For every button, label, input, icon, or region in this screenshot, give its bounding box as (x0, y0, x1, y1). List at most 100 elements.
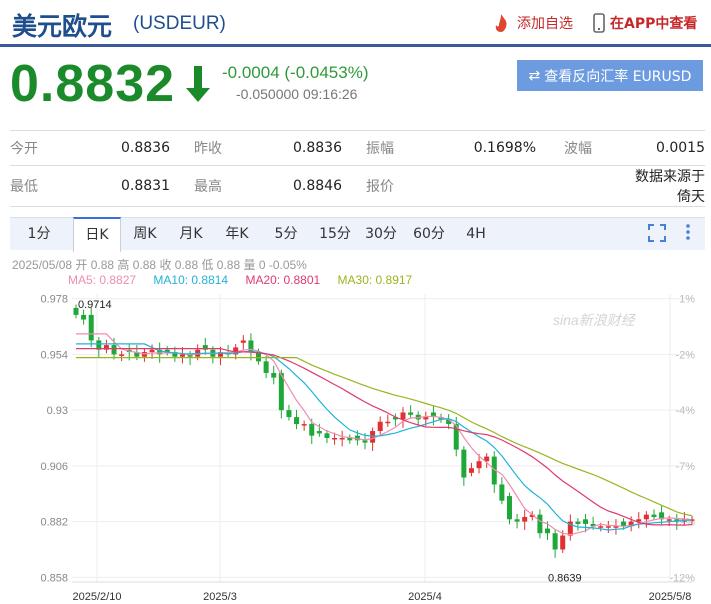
stat-value: 0.8836 (70, 130, 182, 166)
y-tick-pct-label: -4% (675, 405, 695, 417)
tab-5min[interactable]: 5分 (264, 218, 308, 250)
stat-label: 最高 (182, 165, 254, 207)
tab-yearly[interactable]: 年K (216, 218, 258, 250)
candle-body (651, 514, 657, 517)
candle-body (294, 417, 300, 425)
candle-body (286, 410, 292, 418)
stat-label: 最低 (10, 165, 70, 207)
x-tick-label: 2025/2/10 (73, 591, 122, 603)
candle-body (385, 421, 391, 424)
stat-label: 波幅 (548, 130, 634, 166)
candle-body (461, 449, 467, 478)
fullscreen-icon[interactable] (647, 223, 667, 243)
ma-legend: MA5: 0.8827 MA10: 0.8814 MA20: 0.8801 MA… (68, 273, 426, 287)
candle-body (408, 412, 414, 415)
y-tick-label: 0.882 (40, 517, 68, 529)
y-tick-label: 0.954 (40, 349, 68, 361)
candle-body (240, 340, 246, 343)
reverse-rate-button[interactable]: ⇄ 查看反向汇率 EURUSD (517, 60, 703, 91)
candle-body (400, 412, 406, 420)
candle-body (545, 528, 551, 534)
candle-body (514, 519, 520, 522)
ma20-line (76, 348, 693, 526)
candle-body (476, 461, 482, 469)
ma5-label: MA5: 0.8827 (68, 273, 137, 287)
candle-body (666, 519, 672, 521)
candle-body (263, 361, 269, 373)
y-tick-label: 0.978 (40, 294, 68, 306)
flame-icon (495, 14, 507, 32)
candle-body (423, 417, 429, 420)
tab-daily[interactable]: 日K (73, 217, 121, 252)
candle-body (301, 424, 307, 426)
candle-body (499, 484, 505, 501)
tab-15min[interactable]: 15分 (312, 218, 358, 250)
max-price-label: 0.9714 (78, 299, 112, 311)
candle-body (324, 433, 330, 438)
candle-body (339, 438, 345, 440)
ma30-label: MA30: 0.8917 (337, 273, 413, 287)
x-tick-label: 2025/5/8 (649, 591, 692, 603)
add-favorite-label: 添加自选 (517, 16, 573, 32)
candle-body (332, 438, 338, 440)
ma30-line (76, 357, 693, 517)
current-price: 0.8832 (10, 55, 176, 113)
candle-body (111, 345, 117, 355)
stat-label: 振幅 (354, 130, 456, 166)
ma20-label: MA20: 0.8801 (245, 273, 321, 287)
period-tabs: 1分 日K 周K 月K 年K 5分 15分 30分 60分 4H (10, 217, 705, 252)
kline-chart[interactable]: 0.978 1%0.954 -2%0.93 -4%0.906 -7%0.882 -9%0.… (0, 286, 711, 604)
candle-body (309, 424, 315, 436)
tab-60min[interactable]: 60分 (406, 218, 452, 250)
candle-body (362, 440, 368, 443)
candle-body (81, 314, 87, 320)
stat-value: 0.8836 (254, 130, 354, 166)
down-arrow-icon (186, 66, 210, 102)
stat-value: 0.0015 (634, 130, 705, 166)
x-tick-label: 2025/3 (203, 591, 237, 603)
stat-label: 今开 (10, 130, 70, 166)
candle-body (598, 526, 604, 528)
tab-monthly[interactable]: 月K (170, 218, 212, 250)
stat-value: 0.8846 (254, 165, 354, 207)
view-in-app-label: 在APP中查看 (610, 16, 698, 32)
stat-label: 昨收 (182, 130, 254, 166)
stats-row: 最低 0.8831 最高 0.8846 报价 数据来源于倚天 (10, 165, 705, 207)
y-tick-pct-label: -7% (675, 461, 695, 473)
candle-body (583, 519, 589, 524)
candle-body (537, 514, 543, 534)
stats-table: 今开 0.8836 昨收 0.8836 振幅 0.1698% 波幅 0.0015… (10, 130, 705, 207)
y-tick-label: 0.906 (40, 461, 68, 473)
currency-name: 美元欧元 (12, 12, 113, 41)
ma5-line (76, 333, 693, 536)
ohlc-legend: 2025/05/08 开 0.88 高 0.88 收 0.88 低 0.88 量… (12, 258, 307, 272)
view-in-app-button[interactable]: 在APP中查看 (593, 13, 697, 33)
candle-body (370, 431, 376, 443)
stat-value (456, 165, 548, 207)
tab-1min[interactable]: 1分 (10, 218, 68, 250)
candle-body (149, 349, 155, 353)
stat-label (548, 165, 634, 207)
candle-body (179, 354, 185, 357)
candle-body (560, 535, 566, 550)
swap-icon: ⇄ (528, 67, 541, 84)
add-favorite-button[interactable]: 添加自选 (490, 13, 573, 33)
candle-body (552, 533, 558, 550)
candle-body (605, 526, 611, 528)
price-change: -0.0004 (-0.0453%) (222, 63, 369, 82)
candle-body (316, 431, 322, 434)
header-bar: 美元欧元 (USDEUR) 添加自选 在APP中查看 (0, 0, 711, 47)
more-options-icon[interactable] (684, 222, 692, 242)
candle-body (506, 496, 512, 520)
stat-value: 0.8831 (70, 165, 182, 207)
stat-value: 0.1698% (456, 130, 548, 166)
tab-4h[interactable]: 4H (456, 218, 496, 250)
ma10-line (76, 343, 693, 531)
x-tick-label: 2025/4 (408, 591, 442, 603)
tab-weekly[interactable]: 周K (124, 218, 166, 250)
candle-body (468, 468, 474, 473)
tab-30min[interactable]: 30分 (358, 218, 404, 250)
y-tick-pct-label: -12% (669, 572, 695, 584)
candle-body (88, 314, 94, 341)
min-price-label: 0.8639 (548, 573, 582, 585)
